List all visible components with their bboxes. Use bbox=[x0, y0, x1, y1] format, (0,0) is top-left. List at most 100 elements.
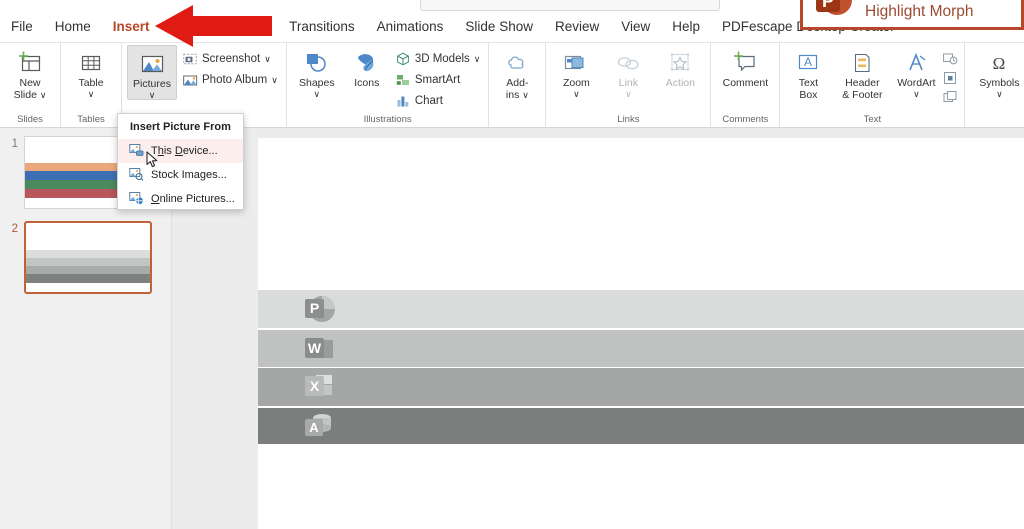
link-label: Link bbox=[618, 77, 638, 89]
tab-slide-show[interactable]: Slide Show bbox=[454, 14, 544, 40]
slide-canvas[interactable]: P W X A bbox=[258, 138, 1024, 529]
promo-line-2: Highlight Morph bbox=[865, 3, 974, 20]
header-footer-label-line1: Header bbox=[845, 77, 880, 89]
chevron-down-icon[interactable]: ∨ bbox=[522, 90, 529, 100]
icons-button[interactable]: Icons bbox=[344, 45, 390, 90]
excel-bar[interactable]: X bbox=[258, 368, 1024, 406]
svg-text:P: P bbox=[310, 300, 319, 316]
chevron-down-icon[interactable]: ∨ bbox=[913, 89, 920, 98]
3d-models-button[interactable]: 3D Models ∨ bbox=[392, 49, 484, 69]
mouse-cursor bbox=[146, 151, 159, 174]
chevron-down-icon[interactable]: ∨ bbox=[474, 55, 481, 64]
chart-button[interactable]: Chart bbox=[392, 91, 484, 111]
table-label: Table bbox=[78, 77, 104, 89]
tab-review[interactable]: Review bbox=[544, 14, 610, 40]
svg-text:Ω: Ω bbox=[993, 54, 1006, 73]
pictures-button[interactable]: Pictures ∨ bbox=[127, 45, 177, 100]
add-ins-button[interactable]: Add- ins ∨ bbox=[494, 45, 540, 101]
powerpoint-brand-logo-icon: P bbox=[811, 0, 857, 27]
word-bar[interactable]: W bbox=[258, 330, 1024, 367]
slide-number-2: 2 bbox=[11, 223, 18, 235]
text-box-button[interactable]: A Text Box bbox=[785, 45, 831, 101]
tab-insert[interactable]: Insert bbox=[102, 14, 161, 44]
icons-label: Icons bbox=[354, 77, 380, 89]
chevron-down-icon[interactable]: ∨ bbox=[88, 89, 95, 98]
symbols-button[interactable]: Ω Symbols ∨ bbox=[970, 45, 1024, 98]
powerpoint-bar[interactable]: P bbox=[258, 290, 1024, 328]
photo-album-label: Photo Album bbox=[202, 74, 268, 86]
zoom-button[interactable]: Zoom ∨ bbox=[551, 45, 601, 98]
shapes-label: Shapes bbox=[299, 77, 335, 89]
comment-icon bbox=[732, 48, 759, 78]
pictures-label: Pictures bbox=[133, 78, 171, 90]
new-slide-button[interactable]: New Slide ∨ bbox=[5, 45, 55, 101]
search-input[interactable] bbox=[420, 0, 720, 11]
thumb2-bar-4 bbox=[26, 274, 150, 283]
photo-album-button[interactable]: Photo Album ∨ bbox=[179, 70, 281, 90]
insert-picture-menu[interactable]: Insert Picture From This Device... Stock… bbox=[117, 113, 244, 210]
ribbon-group-illustrations: Shapes ∨ Icons 3D Models ∨ SmartArt Char… bbox=[287, 43, 490, 127]
ribbon-group-links: Zoom ∨ Link ∨ Action Links bbox=[546, 43, 712, 127]
object-icon[interactable] bbox=[941, 88, 959, 105]
action-button[interactable]: Action bbox=[655, 45, 705, 90]
chevron-down-icon[interactable]: ∨ bbox=[996, 89, 1003, 98]
wordart-label: WordArt bbox=[897, 77, 936, 89]
screenshot-icon bbox=[182, 51, 198, 67]
excel-logo-icon: X bbox=[302, 370, 338, 404]
chevron-down-icon[interactable]: ∨ bbox=[573, 89, 580, 98]
thumbnail-row-2[interactable]: 2 bbox=[6, 221, 152, 294]
tab-file[interactable]: File bbox=[0, 14, 44, 40]
menu-item-this-device[interactable]: This Device... bbox=[118, 139, 243, 163]
word-logo-icon: W bbox=[302, 332, 338, 366]
group-label-slides: Slides bbox=[17, 114, 43, 125]
group-label-addins bbox=[494, 114, 540, 127]
group-label-text: Text bbox=[863, 114, 882, 125]
thumb2-bar-3 bbox=[26, 266, 150, 274]
tab-view[interactable]: View bbox=[610, 14, 661, 40]
action-label: Action bbox=[665, 77, 695, 89]
slide-number-1: 1 bbox=[11, 138, 18, 150]
ribbon-group-comments: Comment Comments bbox=[711, 43, 781, 127]
table-button[interactable]: Table ∨ bbox=[66, 45, 116, 98]
slide-thumbnail-2[interactable] bbox=[24, 221, 152, 294]
tab-help[interactable]: Help bbox=[661, 14, 711, 40]
header-footer-button[interactable]: Header & Footer bbox=[833, 45, 891, 101]
ribbon-group-symbols: Ω Symbols ∨ bbox=[965, 43, 1024, 127]
picture-online-icon bbox=[129, 191, 144, 208]
comment-button[interactable]: Comment bbox=[716, 45, 774, 90]
slide-number-icon[interactable] bbox=[941, 69, 959, 86]
zoom-icon bbox=[563, 48, 590, 78]
tab-transitions[interactable]: Transitions bbox=[278, 14, 366, 40]
smartart-icon bbox=[395, 72, 411, 88]
picture-device-icon bbox=[129, 143, 144, 160]
powerpoint-logo-icon: P bbox=[302, 292, 338, 326]
chevron-down-icon[interactable]: ∨ bbox=[264, 55, 271, 64]
menu-title: Insert Picture From bbox=[130, 121, 231, 133]
wordart-button[interactable]: WordArt ∨ bbox=[893, 45, 939, 98]
smartart-button[interactable]: SmartArt bbox=[392, 70, 484, 90]
action-star-icon bbox=[667, 48, 693, 78]
text-box-icon: A bbox=[795, 48, 821, 78]
chevron-down-icon[interactable]: ∨ bbox=[625, 89, 632, 98]
shapes-button[interactable]: Shapes ∨ bbox=[292, 45, 342, 98]
group-label-links: Links bbox=[617, 114, 640, 125]
chevron-down-icon[interactable]: ∨ bbox=[40, 90, 47, 100]
link-icon bbox=[615, 48, 641, 78]
menu-item-stock-images-label: Stock Images... bbox=[151, 169, 227, 181]
chevron-down-icon[interactable]: ∨ bbox=[149, 90, 156, 99]
text-box-label-line2: Box bbox=[799, 88, 818, 101]
chevron-down-icon[interactable]: ∨ bbox=[271, 76, 278, 85]
group-label-tables: Tables bbox=[77, 114, 105, 125]
tab-home[interactable]: Home bbox=[44, 14, 102, 40]
tab-animations[interactable]: Animations bbox=[366, 14, 455, 40]
date-time-icon[interactable] bbox=[941, 50, 959, 67]
menu-item-stock-images[interactable]: Stock Images... bbox=[118, 163, 243, 187]
access-bar[interactable]: A bbox=[258, 408, 1024, 444]
chevron-down-icon[interactable]: ∨ bbox=[314, 89, 321, 98]
link-button[interactable]: Link ∨ bbox=[603, 45, 653, 98]
comment-label: Comment bbox=[722, 77, 769, 89]
icons-icon bbox=[353, 48, 381, 78]
menu-item-online-pictures[interactable]: Online Pictures... bbox=[118, 187, 243, 211]
header-footer-icon bbox=[849, 48, 875, 78]
shapes-icon bbox=[303, 48, 331, 78]
